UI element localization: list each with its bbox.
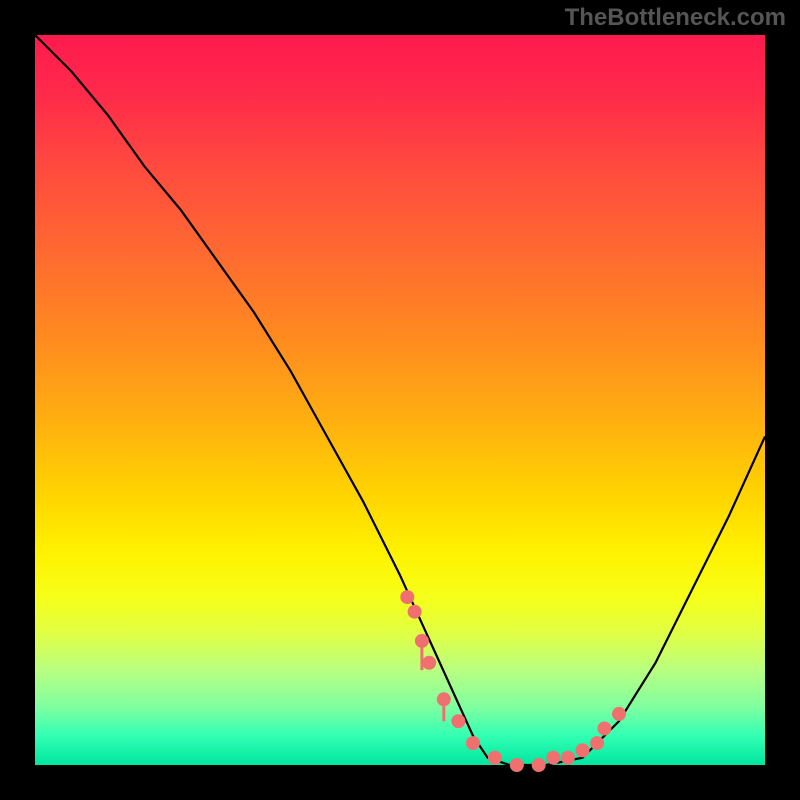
marker-dot bbox=[422, 656, 436, 670]
marker-dot bbox=[546, 751, 560, 765]
chart-stage: TheBottleneck.com bbox=[0, 0, 800, 800]
plot-area bbox=[35, 35, 765, 765]
watermark-text: TheBottleneck.com bbox=[565, 6, 786, 30]
curve-line bbox=[35, 35, 765, 765]
marker-dots bbox=[400, 590, 626, 772]
marker-dot bbox=[576, 743, 590, 757]
marker-dot bbox=[510, 758, 524, 772]
marker-dot bbox=[597, 722, 611, 736]
marker-dot bbox=[590, 736, 604, 750]
marker-stalks bbox=[422, 641, 444, 721]
marker-dot bbox=[408, 605, 422, 619]
marker-dot bbox=[466, 736, 480, 750]
marker-dot bbox=[400, 590, 414, 604]
marker-dot bbox=[437, 692, 451, 706]
marker-dot bbox=[532, 758, 546, 772]
chart-svg bbox=[35, 35, 765, 765]
marker-dot bbox=[415, 634, 429, 648]
marker-dot bbox=[488, 751, 502, 765]
marker-dot bbox=[451, 714, 465, 728]
marker-dot bbox=[612, 707, 626, 721]
marker-dot bbox=[561, 751, 575, 765]
